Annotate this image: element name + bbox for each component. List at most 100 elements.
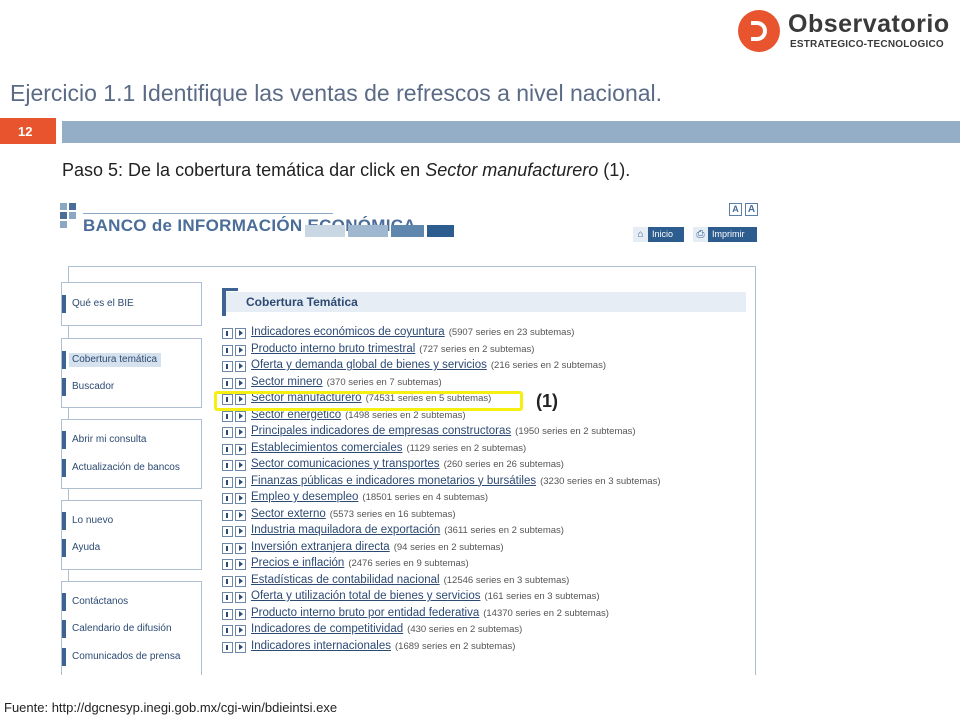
info-icon[interactable] (222, 625, 233, 636)
topic-link[interactable]: Sector comunicaciones y transportes (260 … (251, 458, 564, 470)
observatorio-logo: Observatorio ESTRATEGICO-TECNOLOGICO (738, 8, 953, 54)
info-icon[interactable] (222, 575, 233, 587)
topic-count: (94 series en 2 subtemas) (393, 541, 504, 553)
home-button[interactable]: ⌂ Inicio (633, 227, 684, 242)
info-icon[interactable] (222, 641, 233, 653)
play-icon[interactable] (235, 575, 246, 587)
topic-label: Industria maquiladora de exportación (251, 524, 441, 536)
play-icon[interactable] (235, 592, 246, 603)
topic-link[interactable]: Oferta y demanda global de bienes y serv… (251, 359, 606, 371)
menu-item-label: Actualización de bancos (72, 462, 180, 473)
topic-count: (260 series en 26 subtemas) (443, 459, 564, 470)
menu-item-comunicados[interactable]: Comunicados de prensa (62, 648, 195, 666)
topic-count: (18501 series en 4 subtemas) (362, 492, 489, 503)
topic-link[interactable]: Finanzas públicas e indicadores monetari… (251, 475, 661, 487)
menu-item-abrir-consulta[interactable]: Abrir mi consulta (62, 431, 195, 449)
play-icon[interactable] (235, 526, 246, 537)
play-icon[interactable] (235, 328, 246, 339)
topic-link[interactable]: Indicadores de competitividad (430 series… (251, 623, 522, 635)
topic-label: Finanzas públicas e indicadores monetari… (251, 474, 537, 487)
info-icon[interactable] (222, 344, 233, 356)
info-icon[interactable] (222, 509, 233, 521)
topic-link[interactable]: Producto interno bruto trimestral (727 se… (251, 343, 534, 355)
play-icon[interactable] (235, 443, 246, 455)
info-icon[interactable] (222, 526, 233, 537)
home-button-label: Inicio (652, 229, 674, 239)
info-icon[interactable] (222, 559, 233, 570)
menu-item-que-es[interactable]: Qué es el BIE (62, 295, 195, 313)
play-icon[interactable] (235, 608, 246, 620)
bie-logo-icon (60, 203, 78, 231)
play-icon[interactable] (235, 476, 246, 488)
topic-link[interactable]: Sector minero (370 series en 7 subtemas) (251, 376, 442, 388)
topic-count: (727 series en 2 subtemas) (419, 343, 535, 355)
info-icon[interactable] (222, 608, 233, 620)
info-icon[interactable] (222, 328, 233, 339)
topic-count: (5907 series en 23 subtemas) (448, 327, 575, 338)
logo-mark-icon (738, 10, 780, 52)
play-icon[interactable] (235, 509, 246, 521)
topic-count: (14370 series en 2 subtemas) (483, 607, 609, 619)
play-icon[interactable] (235, 559, 246, 570)
menu-item-lo-nuevo[interactable]: Lo nuevo (62, 512, 195, 530)
topic-link[interactable]: Establecimientos comerciales (1129 series… (251, 442, 526, 454)
play-icon[interactable] (235, 625, 246, 636)
topic-link[interactable]: Producto interno bruto por entidad feder… (251, 607, 609, 619)
topic-link[interactable]: Indicadores económicos de coyuntura (5907… (251, 326, 574, 338)
instruction-suffix: (1). (598, 160, 631, 180)
play-icon[interactable] (235, 493, 246, 504)
info-icon[interactable] (222, 476, 233, 488)
print-button[interactable]: ⎙ Imprimir (693, 227, 757, 242)
header-bar (62, 121, 960, 143)
topic-label: Indicadores económicos de coyuntura (251, 326, 445, 338)
info-icon[interactable] (222, 377, 233, 389)
play-icon[interactable] (235, 641, 246, 653)
topic-link[interactable]: Oferta y utilización total de bienes y s… (251, 590, 600, 602)
topic-count: (5573 series en 16 subtemas) (329, 508, 456, 520)
menu-item-contactanos[interactable]: Contáctanos (62, 593, 195, 611)
menu-item-calendario[interactable]: Calendario de difusión (62, 620, 195, 638)
play-icon[interactable] (235, 427, 246, 438)
topic-link[interactable]: Industria maquiladora de exportación (361… (251, 524, 564, 536)
topic-count: (1689 series en 2 subtemas) (395, 640, 516, 652)
play-icon[interactable] (235, 361, 246, 372)
page-number-box: 12 (0, 118, 56, 144)
topic-link[interactable]: Sector externo (5573 series en 16 subtema… (251, 508, 455, 520)
topic-label: Inversión extranjera directa (251, 540, 390, 553)
info-icon[interactable] (222, 427, 233, 438)
highlight-box (214, 391, 523, 411)
info-icon[interactable] (222, 460, 233, 471)
menu-item-actualizacion[interactable]: Actualización de bancos (62, 459, 195, 477)
play-icon[interactable] (235, 377, 246, 389)
topic-link[interactable]: Precios e inflación (2476 series en 9 sub… (251, 557, 469, 569)
info-icon[interactable] (222, 592, 233, 603)
topic-link[interactable]: Empleo y desempleo (18501 series en 4 sub… (251, 491, 488, 503)
play-icon[interactable] (235, 460, 246, 471)
topic-link[interactable]: Principales indicadores de empresas cons… (251, 425, 636, 437)
info-icon[interactable] (222, 493, 233, 504)
font-large-button[interactable]: A (745, 203, 758, 216)
menu-item-cobertura[interactable]: Cobertura temática (62, 351, 195, 369)
topic-label: Establecimientos comerciales (251, 441, 403, 454)
section-title: Cobertura Temática (246, 295, 358, 309)
menu-item-label: Buscador (72, 381, 115, 392)
info-icon[interactable] (222, 361, 233, 372)
topic-link[interactable]: Inversión extranjera directa (94 series e… (251, 541, 504, 553)
play-icon[interactable] (235, 542, 246, 554)
play-icon[interactable] (235, 344, 246, 356)
menu-item-label: Contáctanos (72, 596, 129, 607)
topic-label: Oferta y utilización total de bienes y s… (251, 590, 481, 602)
topic-label: Indicadores de competitividad (251, 623, 404, 635)
topic-link[interactable]: Indicadores internacionales (1689 series … (251, 640, 515, 652)
info-icon[interactable] (222, 410, 233, 422)
menu-group-consulta (61, 419, 202, 489)
info-icon[interactable] (222, 542, 233, 554)
font-small-button[interactable]: A (729, 203, 742, 216)
topic-count: (1950 series en 2 subtemas) (515, 426, 636, 437)
info-icon[interactable] (222, 443, 233, 455)
menu-item-buscador[interactable]: Buscador (62, 378, 195, 396)
instruction-prefix: Paso 5: De la cobertura temática dar cli… (62, 160, 426, 180)
menu-item-ayuda[interactable]: Ayuda (62, 539, 195, 557)
play-icon[interactable] (235, 410, 246, 422)
topic-link[interactable]: Estadísticas de contabilidad nacional (12… (251, 574, 569, 586)
